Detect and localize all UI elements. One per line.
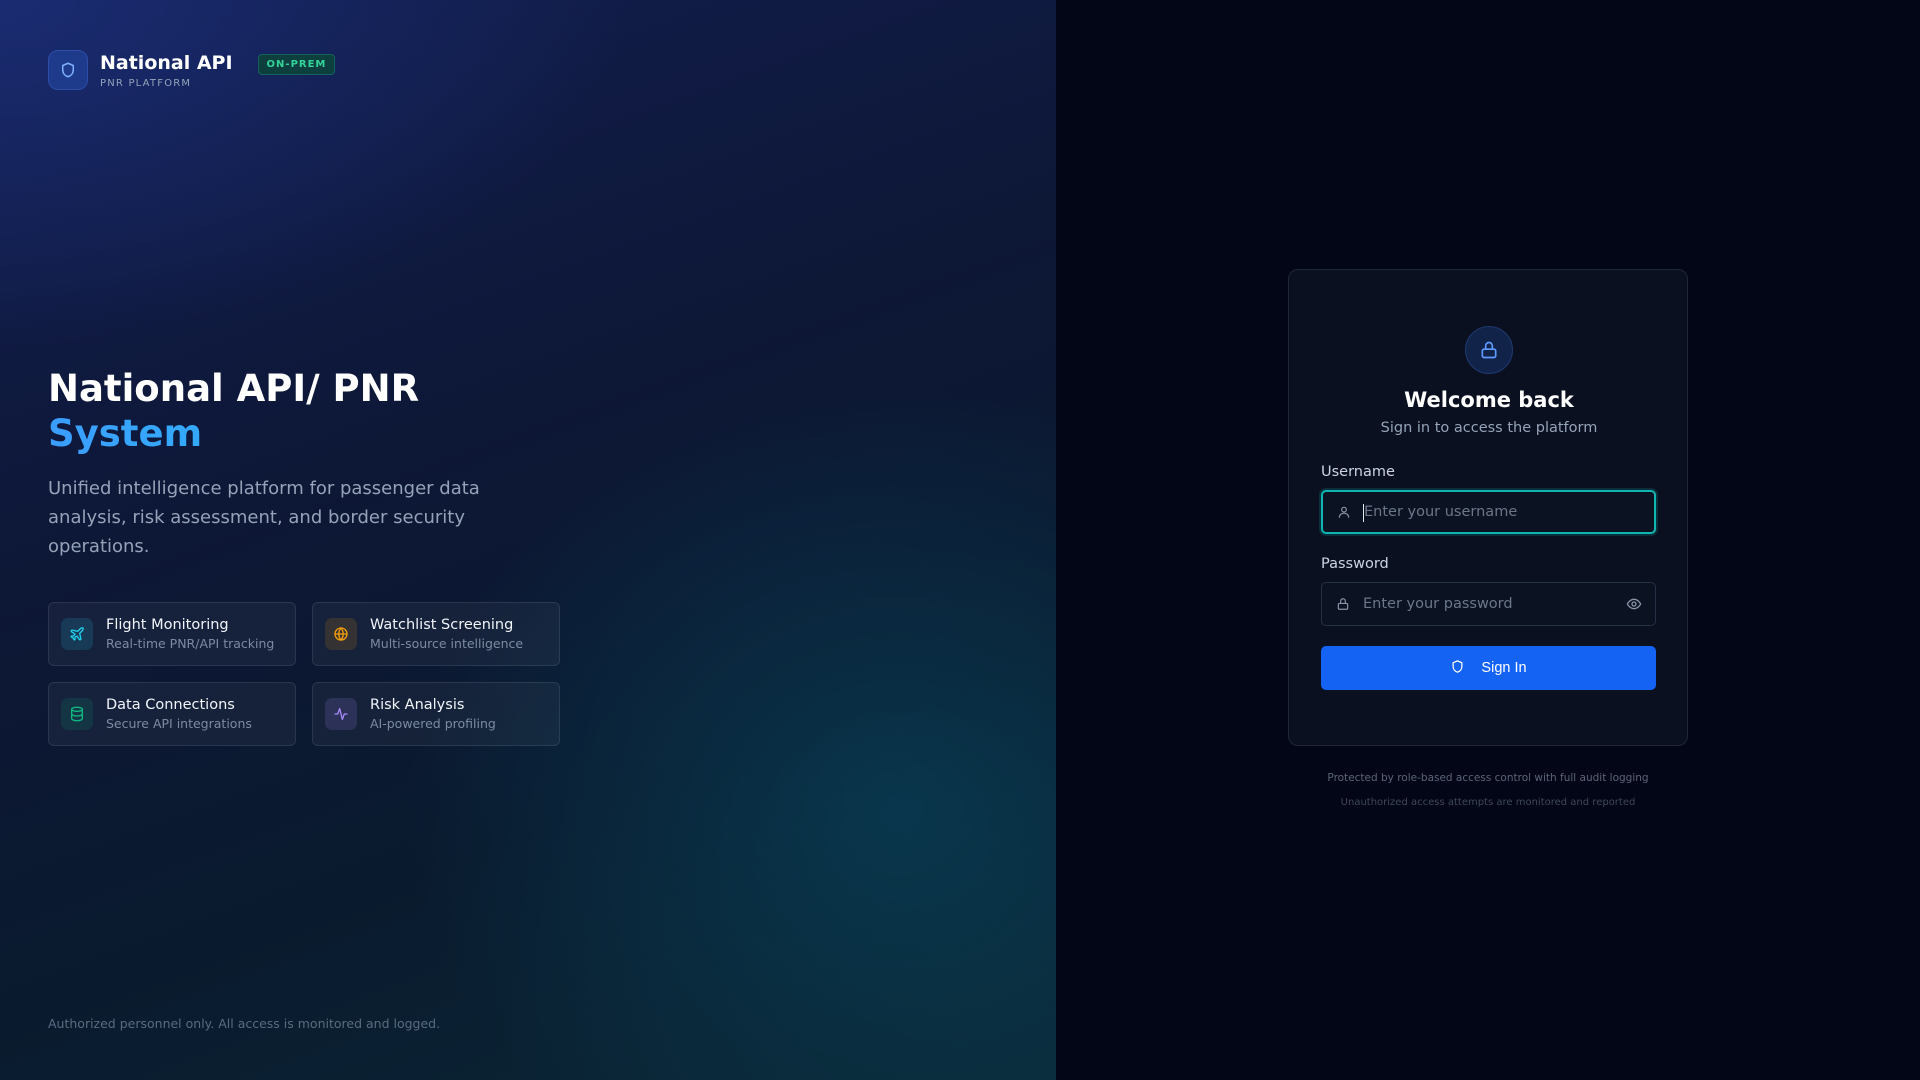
shield-icon xyxy=(48,50,88,90)
feature-title: Risk Analysis xyxy=(370,697,465,713)
feature-card-risk-analysis: Risk Analysis AI-powered profiling xyxy=(312,682,560,746)
feature-subtitle: Multi-source intelligence xyxy=(370,636,524,651)
shield-icon xyxy=(1450,659,1465,678)
hero-description: Unified intelligence platform for passen… xyxy=(48,478,480,557)
brand-name: National API xyxy=(100,51,233,74)
text-caret xyxy=(1363,504,1364,522)
login-page: National API PNR PLATFORM ON-PREM Nation… xyxy=(0,0,1920,1080)
feature-card-data-connections: Data Connections Secure API integrations xyxy=(48,682,296,746)
welcome-subtitle: Sign in to access the platform xyxy=(1380,420,1598,436)
show-password-eye-icon[interactable] xyxy=(1625,595,1643,613)
password-field-wrapper[interactable] xyxy=(1321,582,1656,626)
password-input[interactable] xyxy=(1363,583,1625,625)
brand-header: National API PNR PLATFORM ON-PREM xyxy=(48,50,336,90)
brand-subtitle: PNR PLATFORM xyxy=(100,77,192,89)
feature-text: Data Connections Secure API integrations xyxy=(106,696,252,732)
login-card: Welcome back Sign in to access the platf… xyxy=(1288,269,1688,746)
feature-card-flight-monitoring: Flight Monitoring Real-time PNR/API trac… xyxy=(48,602,296,666)
sign-in-label: Sign In xyxy=(1481,660,1527,676)
login-panel: Welcome back Sign in to access the platf… xyxy=(1056,0,1920,1080)
security-note: Protected by role-based access control w… xyxy=(1327,772,1649,784)
feature-text: Flight Monitoring Real-time PNR/API trac… xyxy=(106,616,274,652)
feature-subtitle: AI-powered profiling xyxy=(370,716,496,731)
plane-icon xyxy=(61,618,93,650)
activity-icon xyxy=(325,698,357,730)
password-label: Password xyxy=(1321,556,1389,572)
on-prem-badge: ON-PREM xyxy=(257,53,336,75)
user-icon xyxy=(1336,504,1352,520)
feature-subtitle: Secure API integrations xyxy=(106,716,252,731)
access-notice: Authorized personnel only. All access is… xyxy=(48,1016,441,1031)
globe-icon xyxy=(325,618,357,650)
username-label: Username xyxy=(1321,464,1395,480)
feature-title: Watchlist Screening xyxy=(370,617,514,633)
feature-card-watchlist-screening: Watchlist Screening Multi-source intelli… xyxy=(312,602,560,666)
sign-in-button[interactable]: Sign In xyxy=(1321,646,1656,690)
brand-text: National API PNR PLATFORM xyxy=(100,52,233,89)
feature-text: Watchlist Screening Multi-source intelli… xyxy=(370,616,523,652)
lock-icon xyxy=(1465,326,1513,374)
feature-subtitle: Real-time PNR/API tracking xyxy=(106,636,275,651)
database-icon xyxy=(61,698,93,730)
branding-panel: National API PNR PLATFORM ON-PREM Nation… xyxy=(0,0,1056,1080)
hero-title-accent: System xyxy=(48,411,568,456)
hero-section: National API/ PNR System Unified intelli… xyxy=(48,366,568,561)
feature-title: Data Connections xyxy=(106,697,235,713)
hero-title: National API/ PNR xyxy=(48,367,420,410)
feature-text: Risk Analysis AI-powered profiling xyxy=(370,696,496,732)
welcome-title: Welcome back xyxy=(1404,388,1574,412)
monitoring-note: Unauthorized access attempts are monitor… xyxy=(1340,797,1636,808)
feature-grid: Flight Monitoring Real-time PNR/API trac… xyxy=(48,602,560,746)
feature-title: Flight Monitoring xyxy=(106,617,229,633)
lock-icon xyxy=(1335,596,1351,612)
username-field-wrapper[interactable] xyxy=(1321,490,1656,534)
username-input[interactable] xyxy=(1364,492,1654,532)
